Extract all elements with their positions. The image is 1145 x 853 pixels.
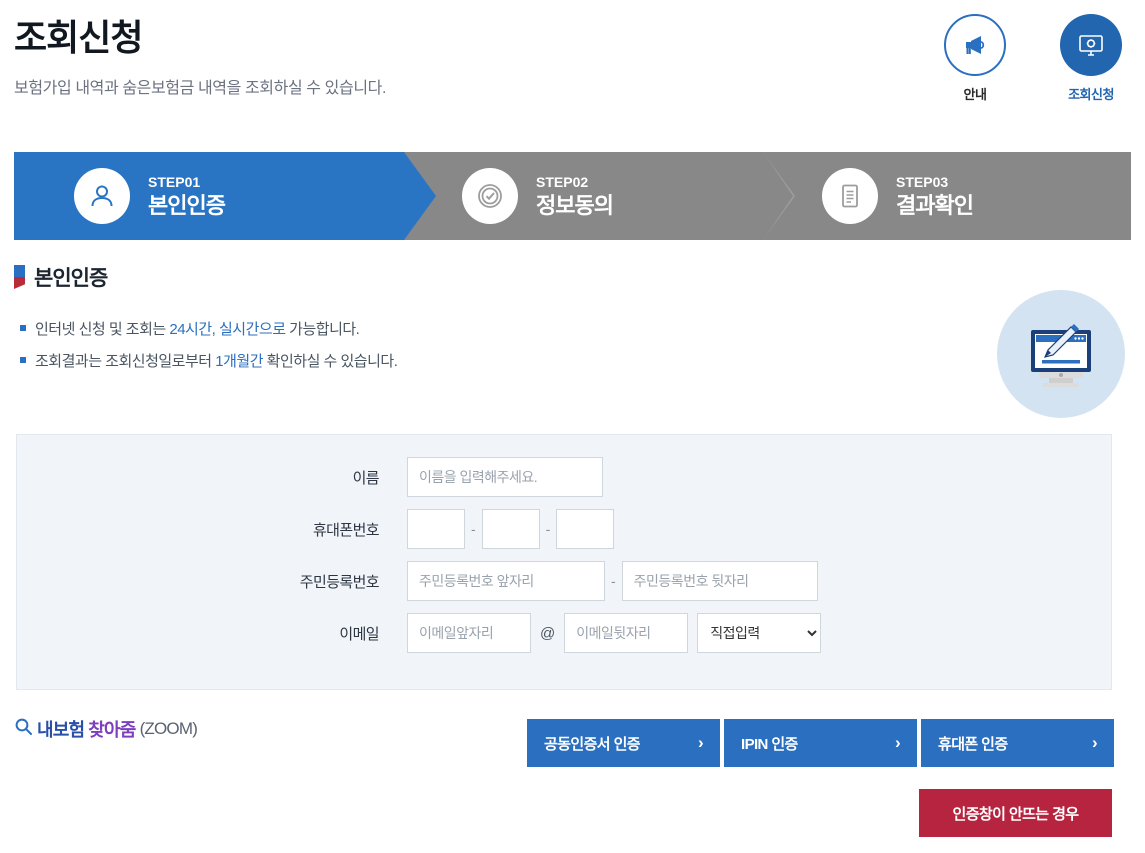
page-header: 조회신청 보험가입 내역과 숨은보험금 내역을 조회하실 수 있습니다. 안내 (0, 0, 1145, 140)
step-item-3-text: STEP03 결과확인 (896, 173, 974, 218)
brand-logo: 내보험 찾아줌 (ZOOM) (14, 716, 198, 742)
step-item-2-name: 정보동의 (536, 192, 614, 218)
flag-marker-icon (14, 265, 25, 289)
megaphone-icon (944, 14, 1006, 76)
step-progress-bar: STEP01 본인인증 STEP02 정보동의 STEP03 결과확인 (14, 152, 1131, 240)
step-item-2-number: STEP02 (536, 173, 589, 190)
header-nav-inquiry-label: 조회신청 (1068, 87, 1114, 102)
bullet-1-pre: 인터넷 신청 및 조회는 (35, 321, 170, 338)
mobile-phone-auth-label: 휴대폰 인증 (938, 735, 1008, 753)
bullet-2-post: 확인하실 수 있습니다. (263, 353, 398, 370)
document-icon (822, 168, 878, 224)
mobile-phone-auth-button[interactable]: 휴대폰 인증 › (921, 719, 1114, 767)
phone-separator-2: - (545, 521, 551, 537)
phone-label: 휴대폰번호 (312, 521, 380, 539)
jumin-label: 주민등록번호 (299, 573, 380, 591)
ipin-auth-button[interactable]: IPIN 인증 › (724, 719, 917, 767)
monitor-pen-icon (997, 290, 1125, 418)
form-row-name: 이름 (17, 457, 1111, 497)
bullet-2-pre: 조회결과는 조회신청일로부터 (35, 353, 216, 370)
bullet-1-post: 가능합니다. (285, 321, 360, 338)
header-nav-guide[interactable]: 안내 (937, 14, 1013, 103)
form-row-phone: 휴대폰번호 - - (17, 509, 1111, 549)
email-at-symbol: @ (540, 624, 556, 642)
section-title: 본인인증 (34, 267, 108, 290)
email-label: 이메일 (339, 625, 379, 643)
chevron-right-icon: › (894, 733, 901, 752)
step-item-3[interactable]: STEP03 결과확인 (763, 152, 1131, 240)
inquiry-request-page: 조회신청 보험가입 내역과 숨은보험금 내역을 조회하실 수 있습니다. 안내 (0, 0, 1145, 853)
header-nav-inquiry[interactable]: 조회신청 (1053, 14, 1129, 103)
brand-part-3: (ZOOM) (139, 719, 198, 738)
step-item-1-number: STEP01 (148, 173, 201, 190)
info-bullet-item: 조회결과는 조회신청일로부터 1개월간 확인하실 수 있습니다. (20, 350, 398, 371)
section-heading: 본인인증 (14, 262, 108, 292)
step-item-1-name: 본인인증 (148, 192, 226, 218)
bullet-2-highlight: 1개월간 (215, 353, 263, 370)
email-domain-input[interactable] (564, 613, 689, 653)
header-nav-guide-label: 안내 (963, 87, 987, 102)
brand-part-2: 찾아줌 (88, 720, 136, 740)
email-domain-select[interactable]: 직접입력 (697, 613, 822, 653)
form-row-jumin: 주민등록번호 - (17, 561, 1111, 601)
check-circle-icon (462, 168, 518, 224)
auth-popup-help-button[interactable]: 인증창이 안뜨는 경우 (919, 789, 1112, 837)
info-bullet-text: 조회결과는 조회신청일로부터 1개월간 확인하실 수 있습니다. (35, 350, 398, 371)
email-local-input[interactable] (407, 613, 531, 653)
brand-part-1: 내보험 (37, 720, 85, 740)
jumin-back-input[interactable] (621, 561, 818, 601)
step-item-2[interactable]: STEP02 정보동의 (403, 152, 764, 240)
step-item-1[interactable]: STEP01 본인인증 (14, 152, 436, 240)
chevron-right-icon: › (697, 733, 704, 752)
jumin-front-input[interactable] (407, 561, 605, 601)
name-label: 이름 (352, 469, 380, 487)
form-rows: 이름 휴대폰번호 - - 주민등록번호 - 이메일 @ (17, 435, 1111, 653)
step-item-3-number: STEP03 (896, 173, 949, 190)
joint-certificate-auth-button[interactable]: 공동인증서 인증 › (527, 719, 720, 767)
phone-part-3-input[interactable] (556, 509, 615, 549)
identity-form-panel: 이름 휴대폰번호 - - 주민등록번호 - 이메일 @ (16, 434, 1112, 690)
info-bullet-item: 인터넷 신청 및 조회는 24시간, 실시간으로 가능합니다. (20, 318, 397, 339)
monitor-gear-icon (1060, 14, 1122, 76)
phone-separator-1: - (471, 521, 476, 537)
form-row-email: 이메일 @ 직접입력 (17, 613, 1111, 653)
bullet-1-highlight: 24시간, 실시간으로 (169, 321, 286, 338)
chevron-right-icon: › (1091, 733, 1098, 752)
ipin-auth-label: IPIN 인증 (741, 735, 798, 753)
phone-part-1-input[interactable] (407, 509, 465, 549)
step-item-1-text: STEP01 본인인증 (148, 173, 226, 218)
info-bullet-list: 인터넷 신청 및 조회는 24시간, 실시간으로 가능합니다. 조회결과는 조회… (20, 318, 398, 382)
jumin-separator: - (611, 573, 616, 589)
phone-part-2-input[interactable] (481, 509, 540, 549)
bullet-square-icon (20, 325, 26, 331)
name-input[interactable] (407, 457, 603, 497)
search-icon (14, 717, 33, 741)
step-divider-2 (763, 152, 795, 240)
user-icon (74, 168, 130, 224)
joint-certificate-auth-label: 공동인증서 인증 (544, 735, 641, 753)
bullet-square-icon (20, 357, 26, 363)
header-icon-nav: 안내 조회신청 (937, 14, 1129, 103)
step-item-2-text: STEP02 정보동의 (536, 173, 614, 218)
auth-button-group: 공동인증서 인증 › IPIN 인증 › 휴대폰 인증 › (527, 719, 1114, 767)
step-item-3-name: 결과확인 (896, 192, 974, 218)
info-bullet-text: 인터넷 신청 및 조회는 24시간, 실시간으로 가능합니다. (35, 318, 360, 339)
